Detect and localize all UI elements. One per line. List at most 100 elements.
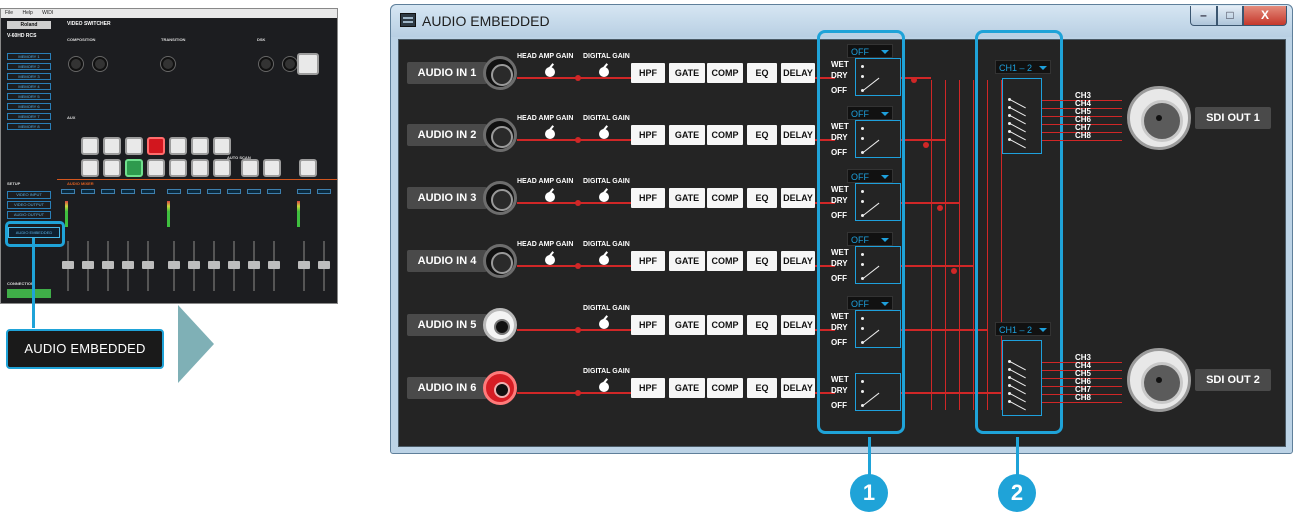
digital-gain-knob[interactable] — [599, 129, 609, 139]
setup-button[interactable] — [187, 189, 201, 194]
pinp-knob[interactable] — [93, 57, 107, 71]
fx-delay-button[interactable]: DELAY — [781, 315, 815, 335]
channel-fader[interactable] — [121, 241, 135, 291]
pst-pad[interactable] — [147, 159, 165, 177]
pst-pad[interactable] — [169, 159, 187, 177]
setup-button[interactable] — [267, 189, 281, 194]
fx-hpf-button[interactable]: HPF — [631, 125, 665, 145]
thumb-menu-widi[interactable]: WIDI — [42, 10, 53, 16]
fx-gate-button[interactable]: GATE — [669, 251, 705, 271]
thumb-menu-file[interactable]: File — [5, 10, 13, 16]
minimize-button[interactable]: – — [1190, 6, 1217, 26]
cut-pad[interactable] — [241, 159, 259, 177]
memory-button[interactable]: MEMORY 8 — [7, 123, 51, 130]
fx-hpf-button[interactable]: HPF — [631, 378, 665, 398]
auto-take-pad[interactable] — [297, 53, 319, 75]
digital-gain-knob[interactable] — [599, 67, 609, 77]
pgm-pad[interactable] — [169, 137, 187, 155]
memory-button[interactable]: MEMORY 3 — [7, 73, 51, 80]
pst-pad[interactable] — [81, 159, 99, 177]
fx-eq-button[interactable]: EQ — [747, 63, 777, 83]
channel-fader[interactable] — [61, 241, 75, 291]
fx-comp-button[interactable]: COMP — [707, 125, 743, 145]
fx-comp-button[interactable]: COMP — [707, 315, 743, 335]
gain-knob[interactable] — [283, 57, 297, 71]
fx-gate-button[interactable]: GATE — [669, 63, 705, 83]
level-knob[interactable] — [259, 57, 273, 71]
memory-button[interactable]: MEMORY 2 — [7, 63, 51, 70]
head-amp-gain-knob[interactable] — [545, 192, 555, 202]
output-pad[interactable] — [299, 159, 317, 177]
fx-delay-button[interactable]: DELAY — [781, 251, 815, 271]
setup-button[interactable] — [167, 189, 181, 194]
memory-button[interactable]: MEMORY 7 — [7, 113, 51, 120]
setup-button[interactable] — [141, 189, 155, 194]
fx-comp-button[interactable]: COMP — [707, 188, 743, 208]
pgm-pad-active[interactable] — [147, 137, 165, 155]
channel-fader[interactable] — [207, 241, 221, 291]
head-amp-gain-knob[interactable] — [545, 67, 555, 77]
fx-eq-button[interactable]: EQ — [747, 315, 777, 335]
fx-delay-button[interactable]: DELAY — [781, 63, 815, 83]
setup-button[interactable] — [61, 189, 75, 194]
maximize-button[interactable]: □ — [1217, 6, 1243, 26]
fx-eq-button[interactable]: EQ — [747, 188, 777, 208]
pst-pad[interactable] — [191, 159, 209, 177]
fx-eq-button[interactable]: EQ — [747, 378, 777, 398]
head-amp-gain-knob[interactable] — [545, 255, 555, 265]
channel-fader[interactable] — [227, 241, 241, 291]
master-fader[interactable] — [297, 241, 311, 291]
setup-button[interactable] — [297, 189, 311, 194]
channel-fader[interactable] — [167, 241, 181, 291]
fx-delay-button[interactable]: DELAY — [781, 188, 815, 208]
close-button[interactable]: X — [1243, 6, 1287, 26]
auto-pad[interactable] — [263, 159, 281, 177]
pinp-knob[interactable] — [69, 57, 83, 71]
fx-gate-button[interactable]: GATE — [669, 188, 705, 208]
fx-eq-button[interactable]: EQ — [747, 251, 777, 271]
fx-comp-button[interactable]: COMP — [707, 378, 743, 398]
fx-comp-button[interactable]: COMP — [707, 251, 743, 271]
digital-gain-knob[interactable] — [599, 255, 609, 265]
fx-hpf-button[interactable]: HPF — [631, 251, 665, 271]
channel-fader[interactable] — [101, 241, 115, 291]
pst-pad[interactable] — [213, 159, 231, 177]
time-knob[interactable] — [161, 57, 175, 71]
channel-fader[interactable] — [267, 241, 281, 291]
setup-button[interactable] — [227, 189, 241, 194]
memory-button[interactable]: MEMORY 6 — [7, 103, 51, 110]
fx-eq-button[interactable]: EQ — [747, 125, 777, 145]
fx-hpf-button[interactable]: HPF — [631, 63, 665, 83]
digital-gain-knob[interactable] — [599, 382, 609, 392]
setup-audio-output[interactable]: AUDIO OUTPUT — [7, 211, 51, 219]
setup-audio-embedded[interactable]: AUDIO EMBEDDED — [8, 227, 60, 238]
pst-pad[interactable] — [103, 159, 121, 177]
fx-gate-button[interactable]: GATE — [669, 378, 705, 398]
setup-button[interactable] — [101, 189, 115, 194]
pgm-pad[interactable] — [81, 137, 99, 155]
setup-video-input[interactable]: VIDEO INPUT — [7, 191, 51, 199]
memory-button[interactable]: MEMORY 5 — [7, 93, 51, 100]
digital-gain-knob[interactable] — [599, 192, 609, 202]
channel-fader[interactable] — [81, 241, 95, 291]
connect-button[interactable] — [7, 289, 51, 298]
fx-delay-button[interactable]: DELAY — [781, 125, 815, 145]
memory-button[interactable]: MEMORY 4 — [7, 83, 51, 90]
fx-hpf-button[interactable]: HPF — [631, 188, 665, 208]
memory-button[interactable]: MEMORY 1 — [7, 53, 51, 60]
pgm-pad[interactable] — [191, 137, 209, 155]
fx-comp-button[interactable]: COMP — [707, 63, 743, 83]
channel-fader[interactable] — [187, 241, 201, 291]
pst-pad-active[interactable] — [125, 159, 143, 177]
aux-fader[interactable] — [317, 241, 331, 291]
fx-hpf-button[interactable]: HPF — [631, 315, 665, 335]
fx-delay-button[interactable]: DELAY — [781, 378, 815, 398]
fx-gate-button[interactable]: GATE — [669, 315, 705, 335]
digital-gain-knob[interactable] — [599, 319, 609, 329]
setup-button[interactable] — [121, 189, 135, 194]
channel-fader[interactable] — [141, 241, 155, 291]
setup-video-output[interactable]: VIDEO OUTPUT — [7, 201, 51, 209]
thumb-menu-help[interactable]: Help — [22, 10, 32, 16]
setup-button[interactable] — [207, 189, 221, 194]
setup-button[interactable] — [317, 189, 331, 194]
